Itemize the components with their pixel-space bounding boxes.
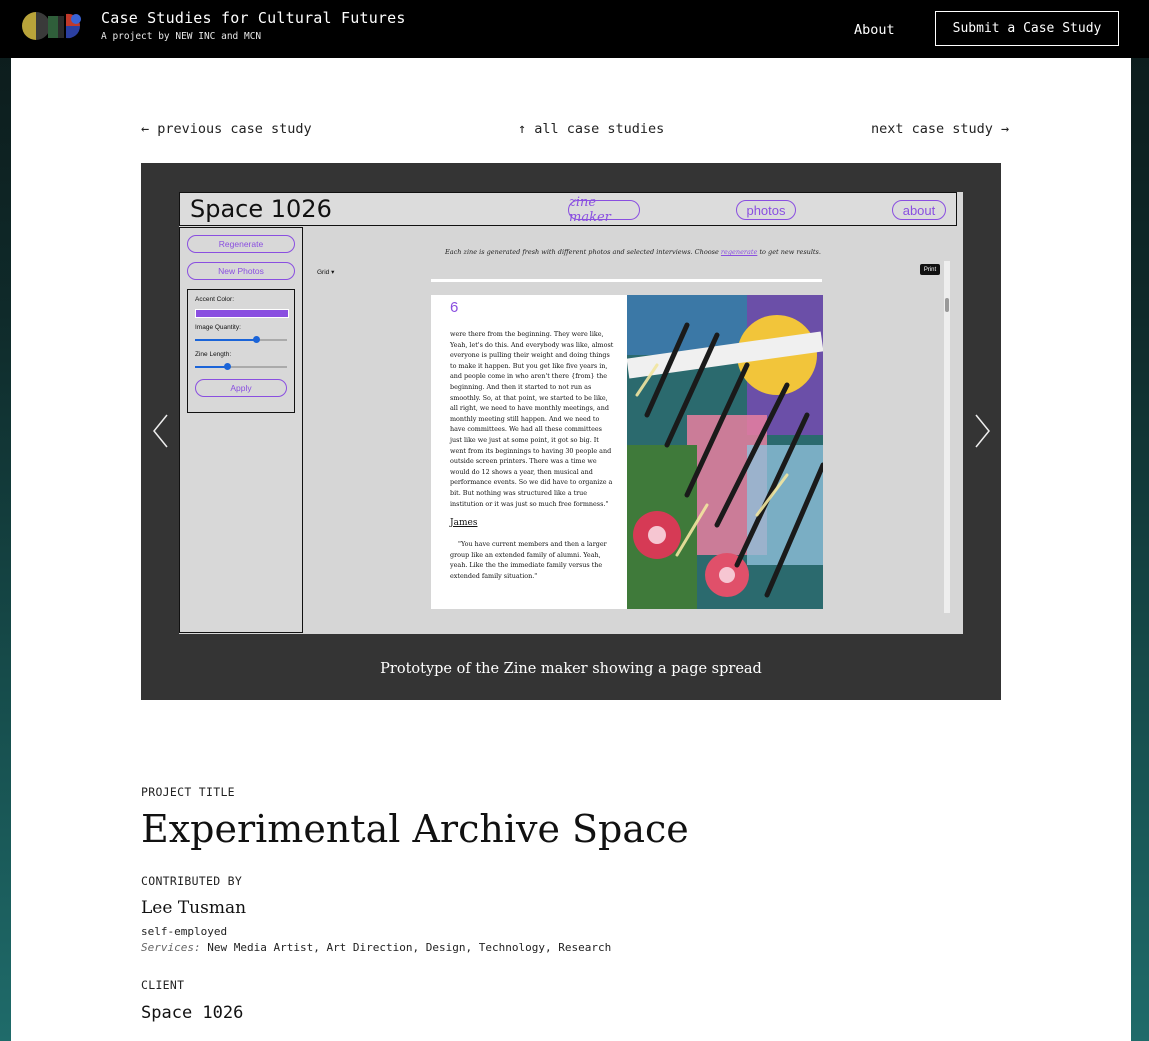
speaker-name: James — [450, 518, 478, 528]
zine-length-slider — [195, 363, 287, 370]
services-list: New Media Artist, Art Direction, Design,… — [207, 941, 612, 954]
image-quantity-slider — [195, 336, 287, 343]
project-title-label: PROJECT TITLE — [141, 785, 235, 799]
app-title: Space 1026 — [190, 195, 332, 223]
page-number: 6 — [450, 299, 459, 316]
contributor-employment: self-employed — [141, 925, 228, 938]
client-name: Space 1026 — [141, 1003, 244, 1023]
slide-screenshot: Space 1026 zine maker photos about Regen… — [179, 192, 963, 634]
site-subtitle: A project by NEW INC and MCN — [101, 31, 262, 42]
preview-scrollbar — [944, 261, 950, 613]
contributor-services: Services: New Media Artist, Art Directio… — [141, 941, 611, 954]
apply-button: Apply — [195, 379, 287, 397]
zine-length-label: Zine Length: — [195, 351, 232, 358]
site-header: Case Studies for Cultural Futures A proj… — [0, 0, 1149, 58]
app-header: Space 1026 zine maker photos about — [179, 192, 957, 226]
app-nav-zine-maker: zine maker — [568, 195, 640, 225]
site-title[interactable]: Case Studies for Cultural Futures — [101, 9, 406, 27]
app-sidebar: Regenerate New Photos Accent Color: Imag… — [179, 227, 303, 633]
image-slideshow: Space 1026 zine maker photos about Regen… — [141, 163, 1001, 700]
project-title: Experimental Archive Space — [141, 807, 689, 851]
next-slide-icon[interactable] — [972, 413, 992, 449]
interview-text: were there from the beginning. They were… — [450, 330, 614, 508]
previous-case-study-link[interactable]: ← previous case study — [141, 121, 312, 137]
zine-intro-text: Each zine is generated fresh with differ… — [445, 248, 821, 256]
settings-panel: Accent Color: Image Quantity: Zine Lengt… — [187, 289, 295, 413]
image-quantity-label: Image Quantity: — [195, 324, 241, 331]
client-label: CLIENT — [141, 978, 185, 992]
slide-caption: Prototype of the Zine maker showing a pa… — [380, 661, 762, 677]
new-photos-button: New Photos — [187, 262, 295, 280]
nav-about-link[interactable]: About — [854, 22, 895, 38]
contributed-by-label: CONTRIBUTED BY — [141, 874, 243, 888]
zine-page-spread: 6 were there from the beginning. They we… — [431, 295, 823, 609]
regenerate-button: Regenerate — [187, 235, 295, 253]
next-case-study-link[interactable]: next case study → — [871, 121, 1009, 137]
app-nav-photos: photos — [736, 200, 796, 220]
submit-case-study-button[interactable]: Submit a Case Study — [935, 11, 1119, 46]
collage-artwork-image — [627, 295, 823, 609]
contributor-name: Lee Tusman — [141, 898, 247, 918]
all-case-studies-link[interactable]: ↑ all case studies — [518, 121, 664, 137]
print-button: Print — [920, 264, 940, 275]
services-label: Services: — [141, 941, 201, 954]
content-page: ← previous case study ↑ all case studies… — [11, 58, 1131, 1041]
grid-select: Grid ▾ — [317, 269, 335, 276]
site-logo[interactable] — [20, 10, 84, 42]
previous-slide-icon[interactable] — [151, 413, 171, 449]
zine-preview-area: Each zine is generated fresh with differ… — [303, 227, 963, 634]
app-nav-about: about — [892, 200, 946, 220]
interview-quote: "You have current members and then a lar… — [450, 540, 607, 580]
previous-page-edge — [431, 279, 822, 282]
accent-color-label: Accent Color: — [195, 296, 235, 303]
accent-color-swatch — [195, 309, 289, 318]
